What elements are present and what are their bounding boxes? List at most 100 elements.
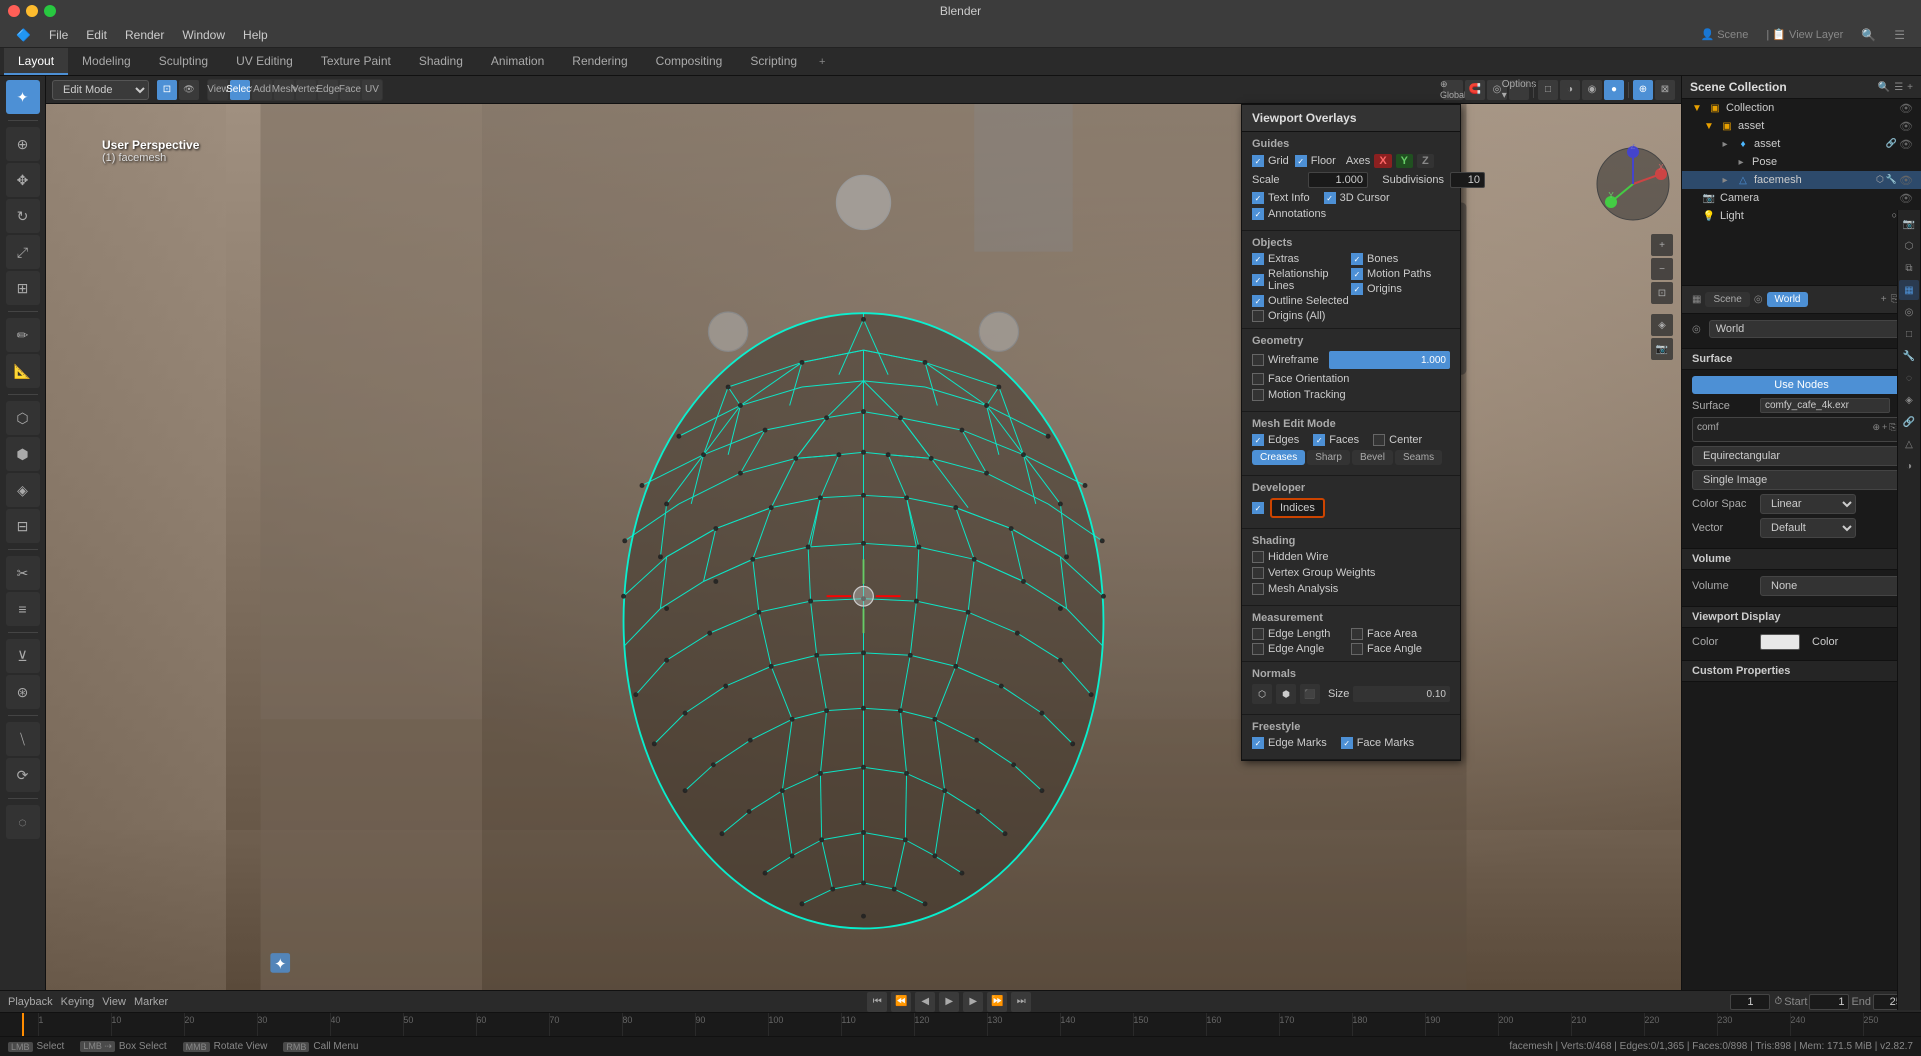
search-button[interactable]: 🔍 — [1853, 26, 1884, 44]
axis-z-btn[interactable]: Z — [1417, 154, 1434, 168]
prev-frame-btn[interactable]: ◀ — [915, 992, 935, 1012]
overlays-btn[interactable]: ⊕ — [1633, 80, 1653, 100]
facemesh-visibility-icon[interactable]: 👁 — [1899, 174, 1913, 187]
motion-paths-checkbox[interactable] — [1351, 268, 1363, 280]
developer-indices-checkbox[interactable] — [1252, 502, 1264, 514]
frame-start-input[interactable] — [1809, 994, 1849, 1010]
volume-select[interactable]: None — [1760, 576, 1911, 596]
props-view-layer-icon[interactable]: ⧉ — [1899, 258, 1919, 278]
surface-node-browse[interactable]: ⊕ — [1872, 422, 1880, 433]
global-orient-btn[interactable]: ⊡ — [157, 80, 177, 100]
surface-node-copy[interactable]: ⎘ — [1889, 422, 1896, 433]
outliner-item-facemesh[interactable]: ▸ △ facemesh ⬡ 🔧 👁 — [1682, 171, 1921, 189]
props-render-icon[interactable]: 📷 — [1899, 214, 1919, 234]
tool-bisect[interactable]: ≡ — [6, 592, 40, 626]
filter-button[interactable]: ☰ — [1886, 26, 1913, 44]
axis-x-btn[interactable]: X — [1374, 154, 1391, 168]
vertex-menu-btn[interactable]: Vertex — [296, 80, 316, 100]
tab-scripting[interactable]: Scripting — [736, 48, 811, 75]
tool-extrude[interactable]: ⬡ — [6, 401, 40, 435]
props-scene-icon[interactable]: ▦ — [1899, 280, 1919, 300]
text-info-checkbox[interactable] — [1252, 192, 1264, 204]
face-marks-checkbox[interactable] — [1341, 737, 1353, 749]
custom-properties-header[interactable]: Custom Properties — [1682, 661, 1921, 682]
tool-measure[interactable]: 📐 — [6, 354, 40, 388]
props-particles-icon[interactable]: ◌ — [1899, 368, 1919, 388]
tool-loop-cut[interactable]: ⊟ — [6, 509, 40, 543]
zoom-extents-btn[interactable]: ⊡ — [1651, 282, 1673, 304]
vp-snap-btn[interactable]: 🧲 — [1465, 80, 1485, 100]
tab-modeling[interactable]: Modeling — [68, 48, 145, 75]
tool-annotate[interactable]: ✏ — [6, 318, 40, 352]
face-orientation-checkbox[interactable] — [1252, 373, 1264, 385]
maximize-button[interactable] — [44, 5, 56, 17]
tool-inset[interactable]: ⬢ — [6, 437, 40, 471]
tab-animation[interactable]: Animation — [477, 48, 558, 75]
normals-face-corner-icon[interactable]: ⬢ — [1276, 684, 1296, 704]
floor-checkbox[interactable] — [1295, 155, 1307, 167]
xray-btn[interactable]: ⊠ — [1655, 80, 1675, 100]
creases-tab[interactable]: Creases — [1252, 450, 1305, 465]
tab-sculpting[interactable]: Sculpting — [145, 48, 222, 75]
tool-cursor[interactable]: ⊕ — [6, 127, 40, 161]
bones-checkbox[interactable] — [1351, 253, 1363, 265]
vp-color-swatch[interactable] — [1760, 634, 1800, 650]
vp-shading-render[interactable]: ● — [1604, 80, 1624, 100]
edit-mode-select[interactable]: Edit Mode Object Mode — [52, 80, 149, 100]
tool-spin[interactable]: ⟳ — [6, 758, 40, 792]
menu-help[interactable]: Help — [235, 26, 276, 44]
indices-button[interactable]: Indices — [1270, 498, 1325, 518]
props-modifier-icon[interactable]: 🔧 — [1899, 346, 1919, 366]
jump-start-btn[interactable]: ⏮ — [867, 992, 887, 1012]
subdivisions-input[interactable] — [1450, 172, 1485, 188]
props-new-btn[interactable]: + — [1881, 294, 1887, 305]
menu-window[interactable]: Window — [174, 26, 233, 44]
tool-smooth-vertex[interactable]: ◌ — [6, 805, 40, 839]
outliner-item-pose[interactable]: ▸ Pose — [1682, 153, 1921, 171]
origins-all-checkbox[interactable] — [1252, 310, 1264, 322]
wireframe-checkbox[interactable] — [1252, 354, 1264, 366]
props-constraints-icon[interactable]: 🔗 — [1899, 412, 1919, 432]
faces-checkbox[interactable] — [1313, 434, 1325, 446]
tool-transform[interactable]: ⊞ — [6, 271, 40, 305]
current-frame-input[interactable] — [1730, 994, 1770, 1010]
outliner-add-btn[interactable]: + — [1907, 82, 1913, 93]
tab-compositing[interactable]: Compositing — [642, 48, 737, 75]
camera-visibility-icon[interactable]: 👁 — [1899, 192, 1913, 205]
props-object-icon[interactable]: □ — [1899, 324, 1919, 344]
tool-vertex-slide[interactable]: ⊻ — [6, 639, 40, 673]
add-workspace-button[interactable]: + — [811, 48, 833, 75]
face-area-checkbox[interactable] — [1351, 628, 1363, 640]
scene-tab[interactable]: Scene — [1705, 292, 1749, 307]
viewport-display-section-header[interactable]: Viewport Display — [1682, 607, 1921, 628]
axis-y-btn[interactable]: Y — [1396, 154, 1413, 168]
play-btn[interactable]: ▶ — [939, 992, 959, 1012]
asset-collection-visibility-icon[interactable]: 👁 — [1899, 120, 1913, 133]
extras-checkbox[interactable] — [1252, 253, 1264, 265]
next-keyframe-btn[interactable]: ⏩ — [987, 992, 1007, 1012]
tab-texture-paint[interactable]: Texture Paint — [307, 48, 405, 75]
select-menu-btn[interactable]: Select — [230, 80, 250, 100]
keying-menu[interactable]: Keying — [61, 996, 95, 1008]
persp-ortho-btn[interactable]: ◈ — [1651, 314, 1673, 336]
outliner-item-light[interactable]: 💡 Light ○ 👁 — [1682, 207, 1921, 225]
tab-shading[interactable]: Shading — [405, 48, 477, 75]
outliner-item-camera[interactable]: 📷 Camera 👁 — [1682, 189, 1921, 207]
tab-layout[interactable]: Layout — [4, 48, 68, 75]
tool-bevel[interactable]: ◈ — [6, 473, 40, 507]
volume-section-header[interactable]: Volume — [1682, 549, 1921, 570]
asset-visibility-icon[interactable]: 👁 — [1899, 138, 1913, 151]
marker-menu[interactable]: Marker — [134, 996, 168, 1008]
collection-visibility-icon[interactable]: 👁 — [1899, 102, 1913, 115]
outliner-search-btn[interactable]: 🔍 — [1878, 82, 1890, 93]
uv-menu-btn[interactable]: UV — [362, 80, 382, 100]
outliner-filter-btn[interactable]: ☰ — [1894, 82, 1903, 93]
props-output-icon[interactable]: ⬡ — [1899, 236, 1919, 256]
tool-scale[interactable]: ⤢ — [6, 235, 40, 269]
center-checkbox[interactable] — [1373, 434, 1385, 446]
hidden-wire-checkbox[interactable] — [1252, 551, 1264, 563]
tool-knife[interactable]: ✂ — [6, 556, 40, 590]
props-object-data-icon[interactable]: △ — [1899, 434, 1919, 454]
seams-tab[interactable]: Seams — [1395, 450, 1442, 465]
equirectangular-select[interactable]: Equirectangular — [1692, 446, 1911, 466]
